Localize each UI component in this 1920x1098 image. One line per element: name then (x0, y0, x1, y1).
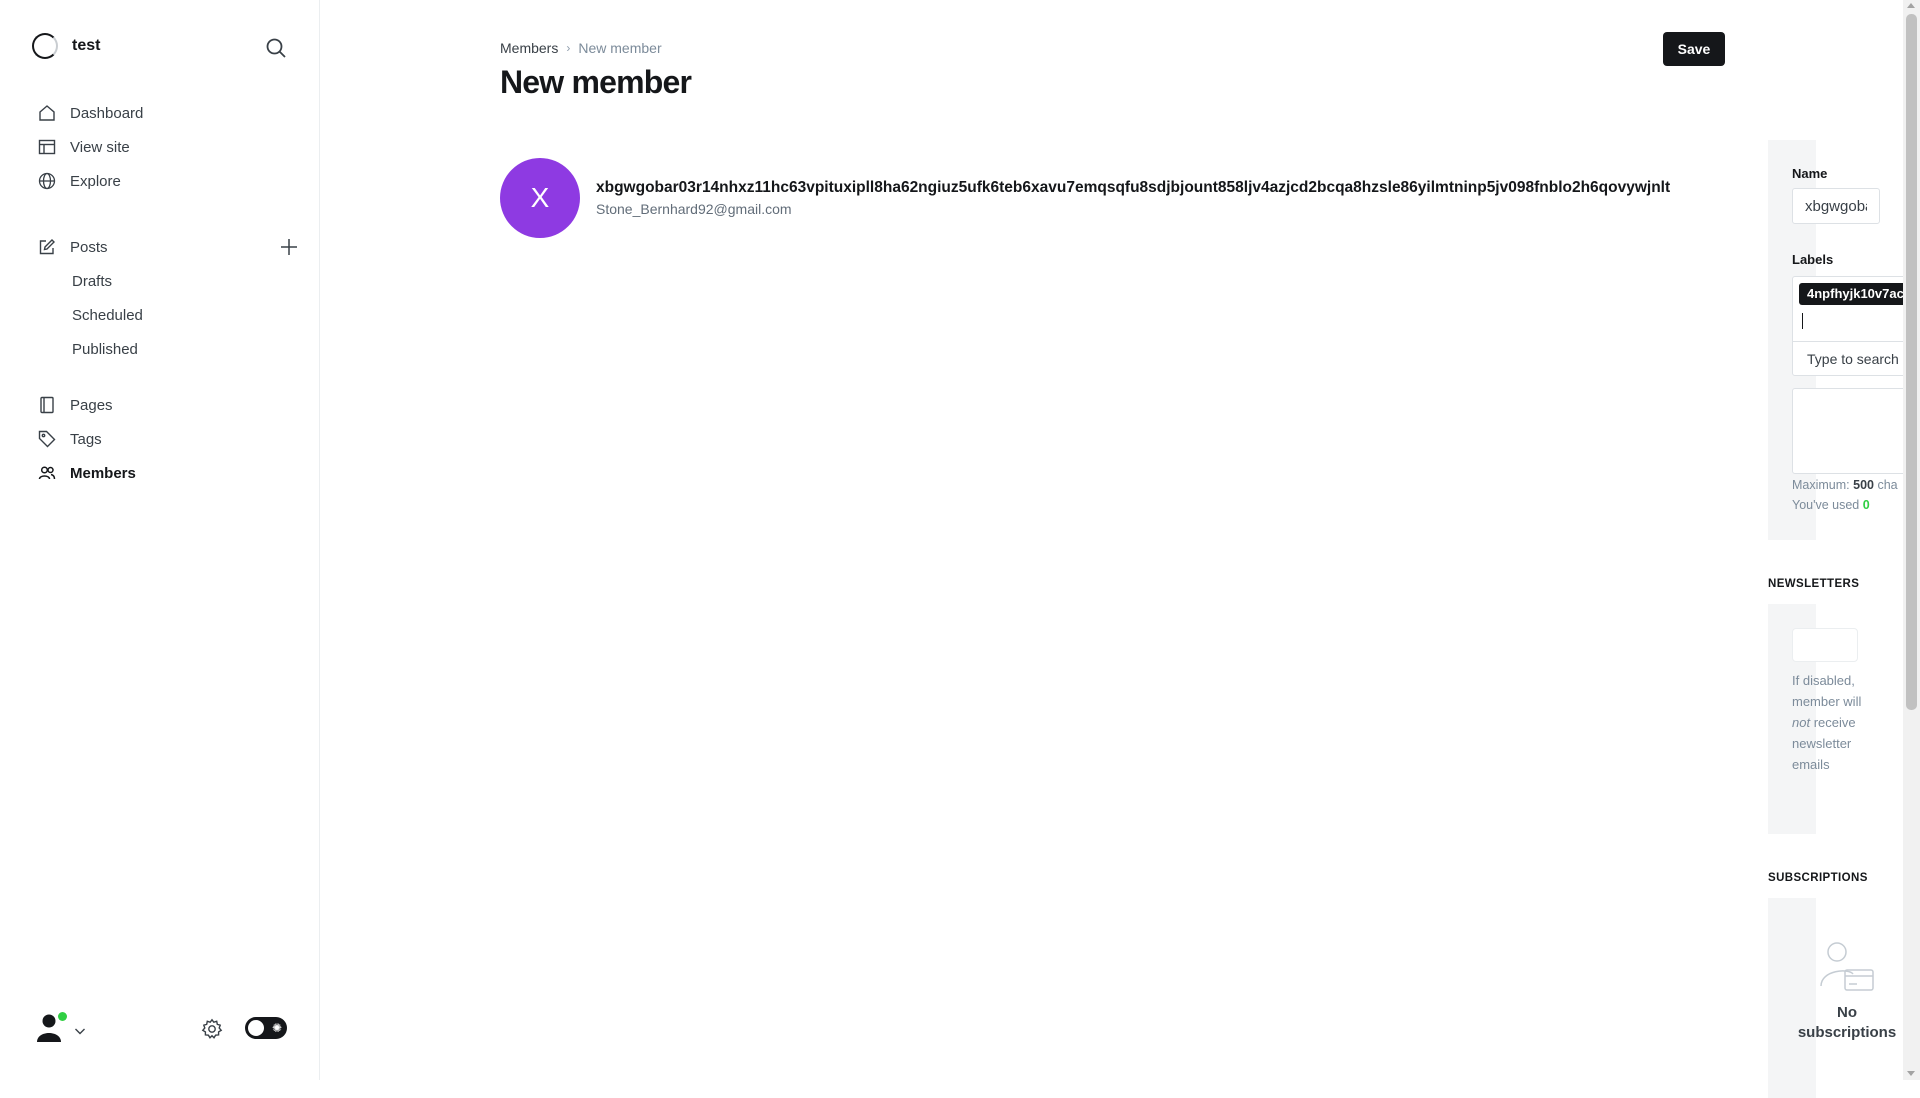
page-title: New member (500, 64, 692, 100)
save-button[interactable]: Save (1663, 32, 1725, 66)
labels-label: Labels (1792, 252, 1834, 267)
scrollbar-thumb[interactable] (1906, 14, 1917, 710)
file-icon (38, 396, 56, 414)
page-scrollbar[interactable] (1903, 0, 1920, 1080)
members-icon (38, 464, 56, 482)
no-subscriptions-icon (1819, 942, 1875, 996)
nav-scheduled[interactable]: Scheduled (38, 298, 298, 332)
secondary-nav: Pages Tags Members (38, 388, 298, 490)
scroll-down-arrow[interactable] (1907, 1071, 1915, 1076)
nav-label: Pages (70, 396, 113, 414)
add-post-icon[interactable] (280, 238, 298, 256)
nav-posts[interactable]: Posts (38, 230, 298, 264)
nav-tags[interactable]: Tags (38, 422, 298, 456)
newsletter-description: If disabled, member will not receive new… (1792, 670, 1862, 775)
chevron-down-icon[interactable] (74, 1024, 86, 1036)
name-label: Name (1792, 166, 1828, 181)
breadcrumb-current: New member (578, 40, 662, 56)
home-icon (38, 104, 56, 122)
member-email: Stone_Bernhard92@gmail.com (596, 201, 792, 217)
nav-dashboard[interactable]: Dashboard (38, 96, 298, 130)
nav-view-site[interactable]: View site (38, 130, 298, 164)
desc-emphasis: not (1792, 715, 1811, 730)
member-avatar: X (500, 158, 580, 238)
sidebar: test Dashboard View site Explore Posts D… (0, 0, 320, 1080)
hint-text: cha (1873, 478, 1898, 492)
online-status-dot (58, 1012, 67, 1021)
tag-icon (38, 430, 56, 448)
nav-label: Explore (70, 172, 121, 190)
member-header: X xbgwgobar03r14nhxz11hc63vpituxipll8ha6… (500, 158, 1670, 238)
site-name: test (72, 37, 101, 54)
primary-nav: Dashboard View site Explore (38, 96, 298, 198)
note-max-hint: Maximum: 500 cha (1792, 478, 1898, 492)
nav-label: Posts (70, 238, 108, 256)
hint-text: You've used (1792, 498, 1863, 512)
no-subscriptions-text: No subscriptions (1797, 1004, 1897, 1041)
chevron-right-icon: › (566, 41, 571, 55)
member-info: xbgwgobar03r14nhxz11hc63vpituxipll8ha62n… (596, 179, 1670, 217)
search-icon[interactable] (264, 36, 288, 60)
no-subscriptions: No subscriptions (1792, 940, 1902, 1043)
main-content: Members › New member New member Save X x… (320, 0, 1900, 1080)
theme-toggle[interactable]: ✺ (245, 1017, 287, 1039)
globe-icon (38, 172, 56, 190)
hint-value: 0 (1862, 498, 1870, 512)
nav-published[interactable]: Published (38, 332, 298, 366)
site-logo-icon (32, 33, 58, 59)
hint-value: 500 (1853, 478, 1874, 492)
breadcrumb-members-link[interactable]: Members (500, 40, 558, 56)
label-token[interactable]: 4npfhyjk10v7ac (1799, 283, 1909, 305)
posts-nav: Posts Drafts Scheduled Published (38, 230, 298, 366)
nav-label: Members (70, 464, 136, 482)
scroll-up-arrow[interactable] (1907, 3, 1915, 8)
nav-pages[interactable]: Pages (38, 388, 298, 422)
sun-icon: ✺ (271, 1021, 282, 1035)
edit-icon (38, 238, 56, 256)
member-name: xbgwgobar03r14nhxz11hc63vpituxipll8ha62n… (596, 179, 1671, 196)
layout-icon (38, 138, 56, 156)
text-cursor (1802, 313, 1803, 329)
gear-icon[interactable] (201, 1018, 223, 1040)
newsletters-title: NEWSLETTERS (1768, 578, 1860, 590)
nav-label: Drafts (72, 272, 113, 290)
subscriptions-title: SUBSCRIPTIONS (1768, 872, 1868, 884)
nav-label: View site (70, 138, 130, 156)
sidebar-footer: ✺ (36, 1012, 290, 1048)
nav-label: Tags (70, 430, 102, 448)
name-input[interactable] (1792, 188, 1880, 224)
nav-members[interactable]: Members (38, 456, 298, 490)
nav-label: Scheduled (72, 306, 143, 324)
hint-text: Maximum: (1792, 478, 1854, 492)
desc-text: If disabled, member will (1792, 673, 1862, 709)
brand[interactable]: test (32, 33, 100, 59)
labels-search-dropdown[interactable]: Type to search (1793, 341, 1909, 375)
newsletter-toggle[interactable] (1792, 628, 1858, 662)
labels-input[interactable]: 4npfhyjk10v7ac Type to search (1792, 276, 1910, 376)
nav-explore[interactable]: Explore (38, 164, 298, 198)
breadcrumb: Members › New member (500, 40, 662, 56)
note-textarea[interactable] (1792, 388, 1910, 474)
nav-label: Published (72, 340, 138, 358)
toggle-knob (248, 1020, 264, 1036)
nav-drafts[interactable]: Drafts (38, 264, 298, 298)
note-used-hint: You've used 0 (1792, 498, 1870, 512)
nav-label: Dashboard (70, 104, 144, 122)
